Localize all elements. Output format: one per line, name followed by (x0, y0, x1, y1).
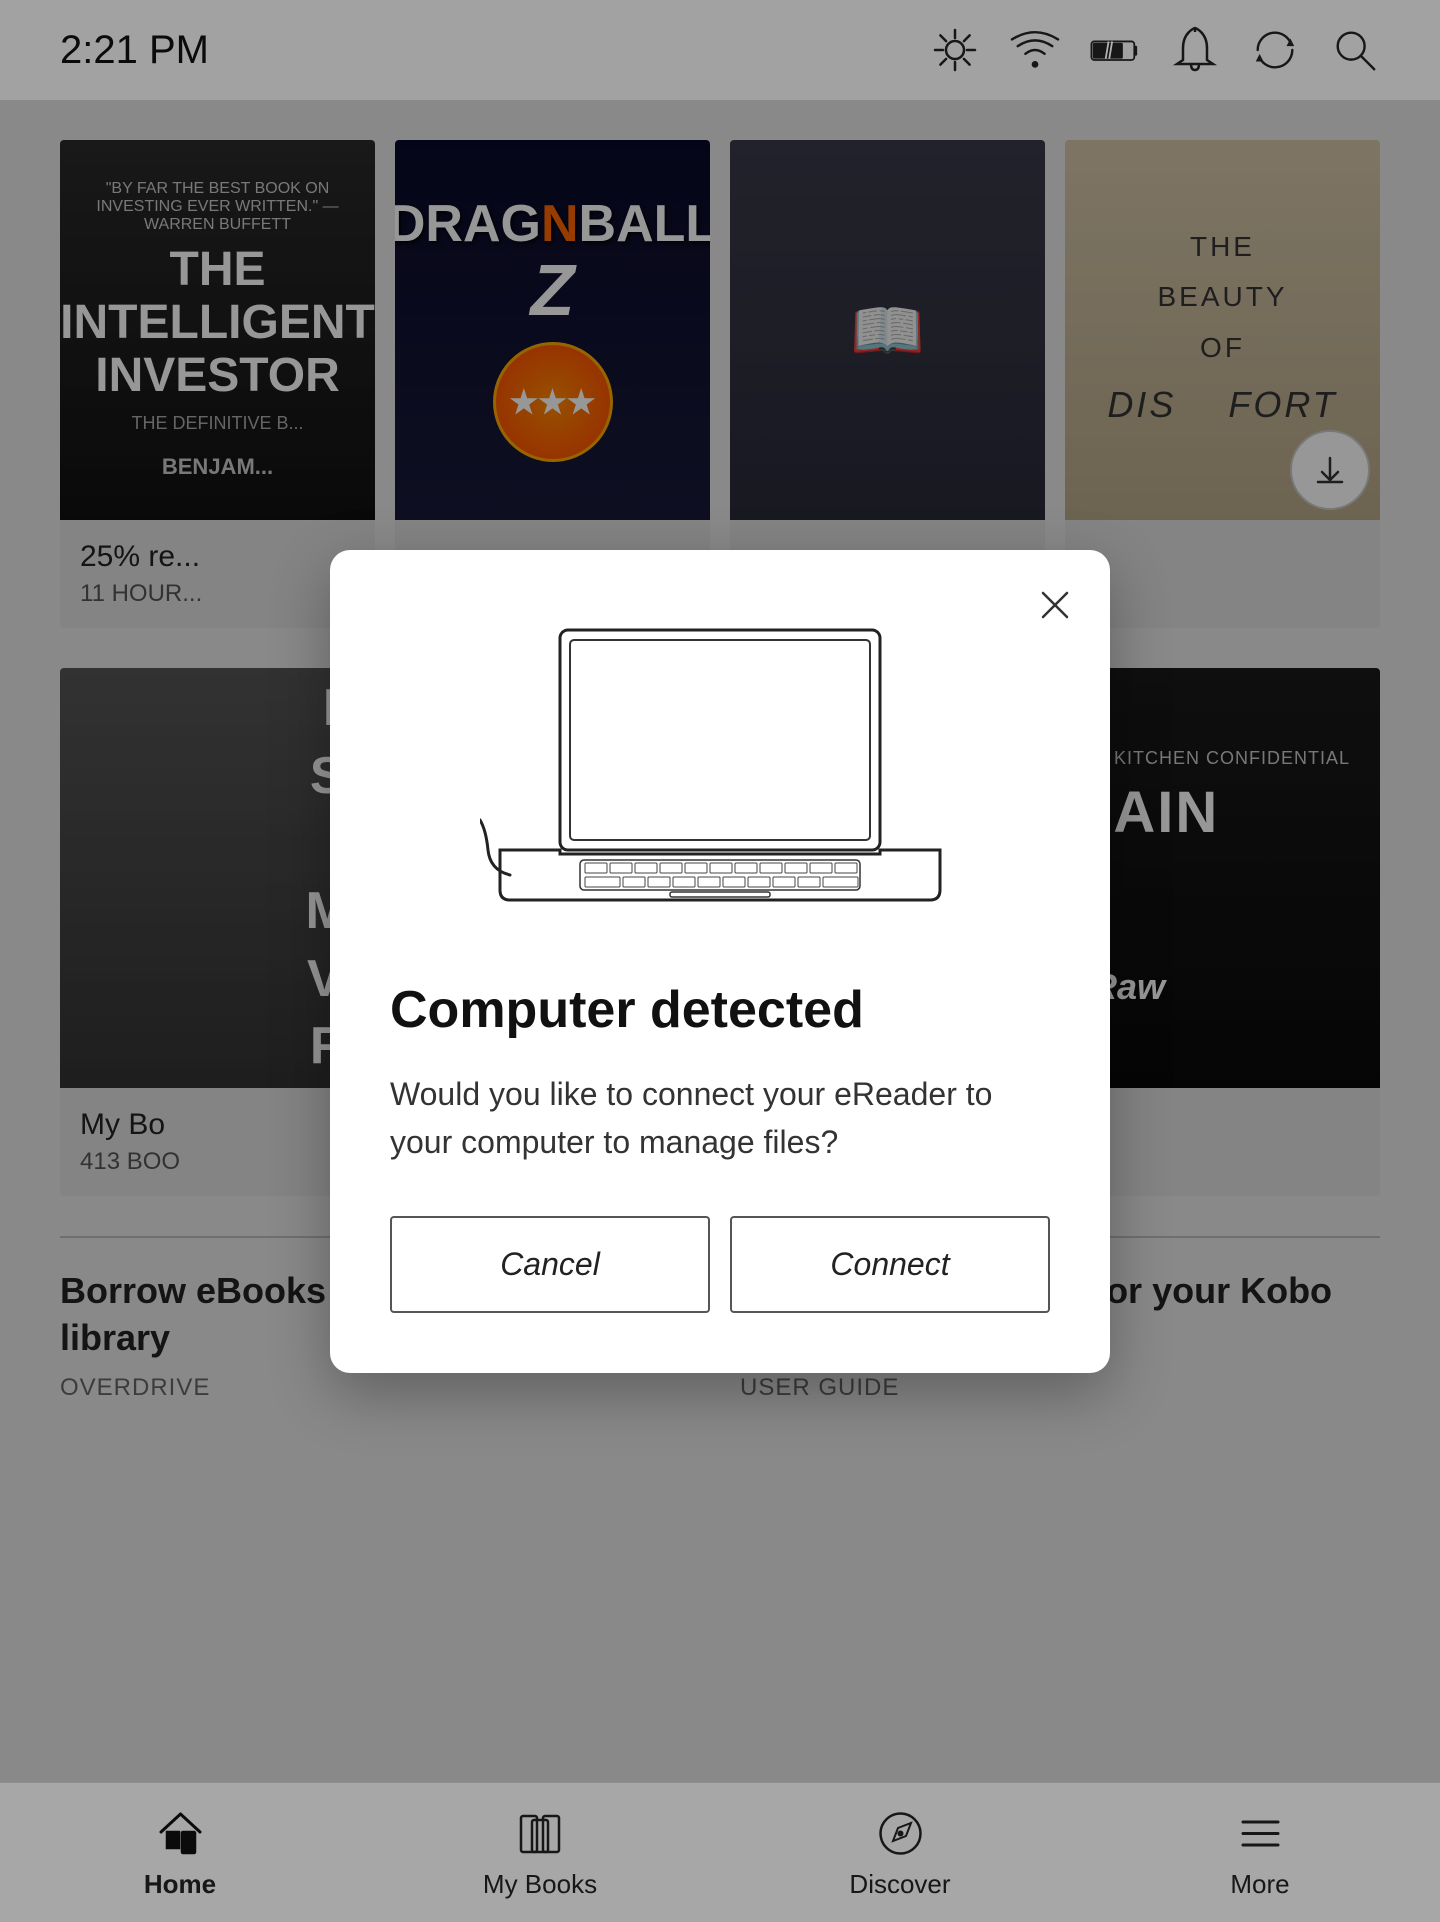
cancel-button[interactable]: Cancel (390, 1216, 710, 1313)
modal-body: Would you like to connect your eReader t… (390, 1070, 1050, 1166)
laptop-illustration (390, 610, 1050, 930)
modal-computer-detected: Computer detected Would you like to conn… (330, 550, 1110, 1373)
modal-close-button[interactable] (1030, 580, 1080, 630)
modal-actions: Cancel Connect (390, 1216, 1050, 1313)
modal-title: Computer detected (390, 980, 1050, 1040)
connect-button[interactable]: Connect (730, 1216, 1050, 1313)
modal-overlay: Computer detected Would you like to conn… (0, 0, 1440, 1922)
